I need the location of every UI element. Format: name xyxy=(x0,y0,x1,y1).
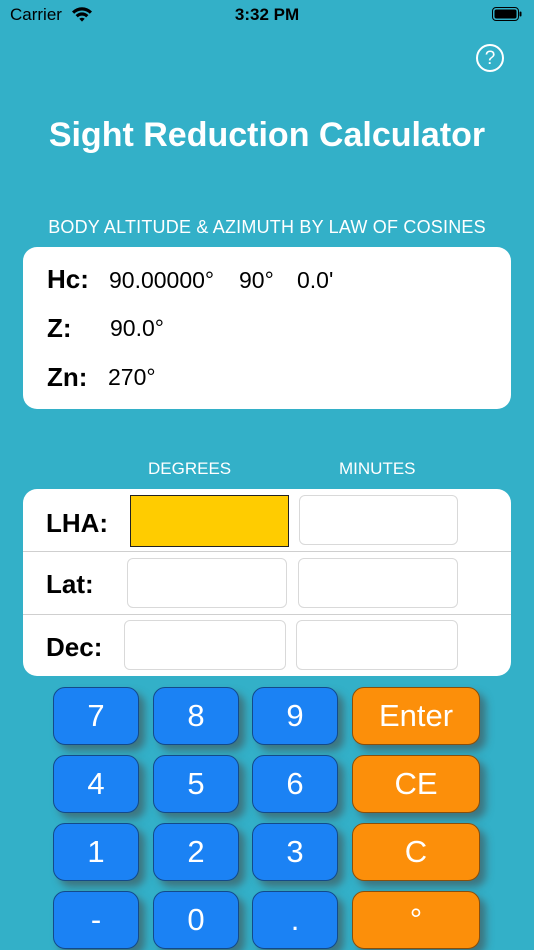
key-2[interactable]: 2 xyxy=(153,823,239,881)
dec-minutes-field[interactable] xyxy=(296,620,458,670)
clock: 3:32 PM xyxy=(234,5,300,24)
battery-icon xyxy=(492,7,522,21)
lat-label: Lat: xyxy=(46,569,94,599)
dec-label: Dec: xyxy=(46,632,103,662)
key-8[interactable]: 8 xyxy=(153,687,239,745)
row-divider xyxy=(23,551,511,552)
zn-label: Zn: xyxy=(47,362,88,392)
degrees-column-header: DEGREES xyxy=(148,459,232,478)
key-3[interactable]: 3 xyxy=(252,823,338,881)
help-icon[interactable]: ? xyxy=(476,44,504,72)
hc-degrees-value: 90° xyxy=(239,267,274,293)
lha-degrees-field[interactable] xyxy=(130,495,289,547)
hc-decimal-value: 90.00000° xyxy=(109,267,215,293)
key-0[interactable]: 0 xyxy=(153,891,239,949)
status-bar: Carrier 3:32 PM xyxy=(0,0,534,30)
key-9[interactable]: 9 xyxy=(252,687,338,745)
z-value: 90.0° xyxy=(110,315,164,341)
minus-key[interactable]: - xyxy=(53,891,139,949)
input-card: LHA: Lat: Dec: xyxy=(23,489,511,676)
lat-minutes-field[interactable] xyxy=(298,558,458,608)
hc-minutes-value: 0.0' xyxy=(297,267,334,293)
hc-label: Hc: xyxy=(47,264,89,294)
enter-button[interactable]: Enter xyxy=(352,687,480,745)
key-7[interactable]: 7 xyxy=(53,687,139,745)
key-6[interactable]: 6 xyxy=(252,755,338,813)
lha-minutes-field[interactable] xyxy=(299,495,458,545)
minutes-column-header: MINUTES xyxy=(339,459,416,478)
degree-key[interactable]: ° xyxy=(352,891,480,949)
key-5[interactable]: 5 xyxy=(153,755,239,813)
clear-entry-button[interactable]: CE xyxy=(352,755,480,813)
key-1[interactable]: 1 xyxy=(53,823,139,881)
decimal-point-key[interactable]: . xyxy=(252,891,338,949)
page-title: Sight Reduction Calculator xyxy=(48,116,486,154)
clear-button[interactable]: C xyxy=(352,823,480,881)
results-subtitle: BODY ALTITUDE & AZIMUTH BY LAW OF COSINE… xyxy=(48,217,486,237)
row-divider xyxy=(23,614,511,615)
key-4[interactable]: 4 xyxy=(53,755,139,813)
lha-label: LHA: xyxy=(46,508,109,538)
dec-degrees-field[interactable] xyxy=(124,620,286,670)
zn-value: 270° xyxy=(108,364,156,390)
z-label: Z: xyxy=(47,313,72,343)
lat-degrees-field[interactable] xyxy=(127,558,287,608)
results-card: Hc: 90.00000° 90° 0.0' Z: 90.0° Zn: 270° xyxy=(23,247,511,409)
